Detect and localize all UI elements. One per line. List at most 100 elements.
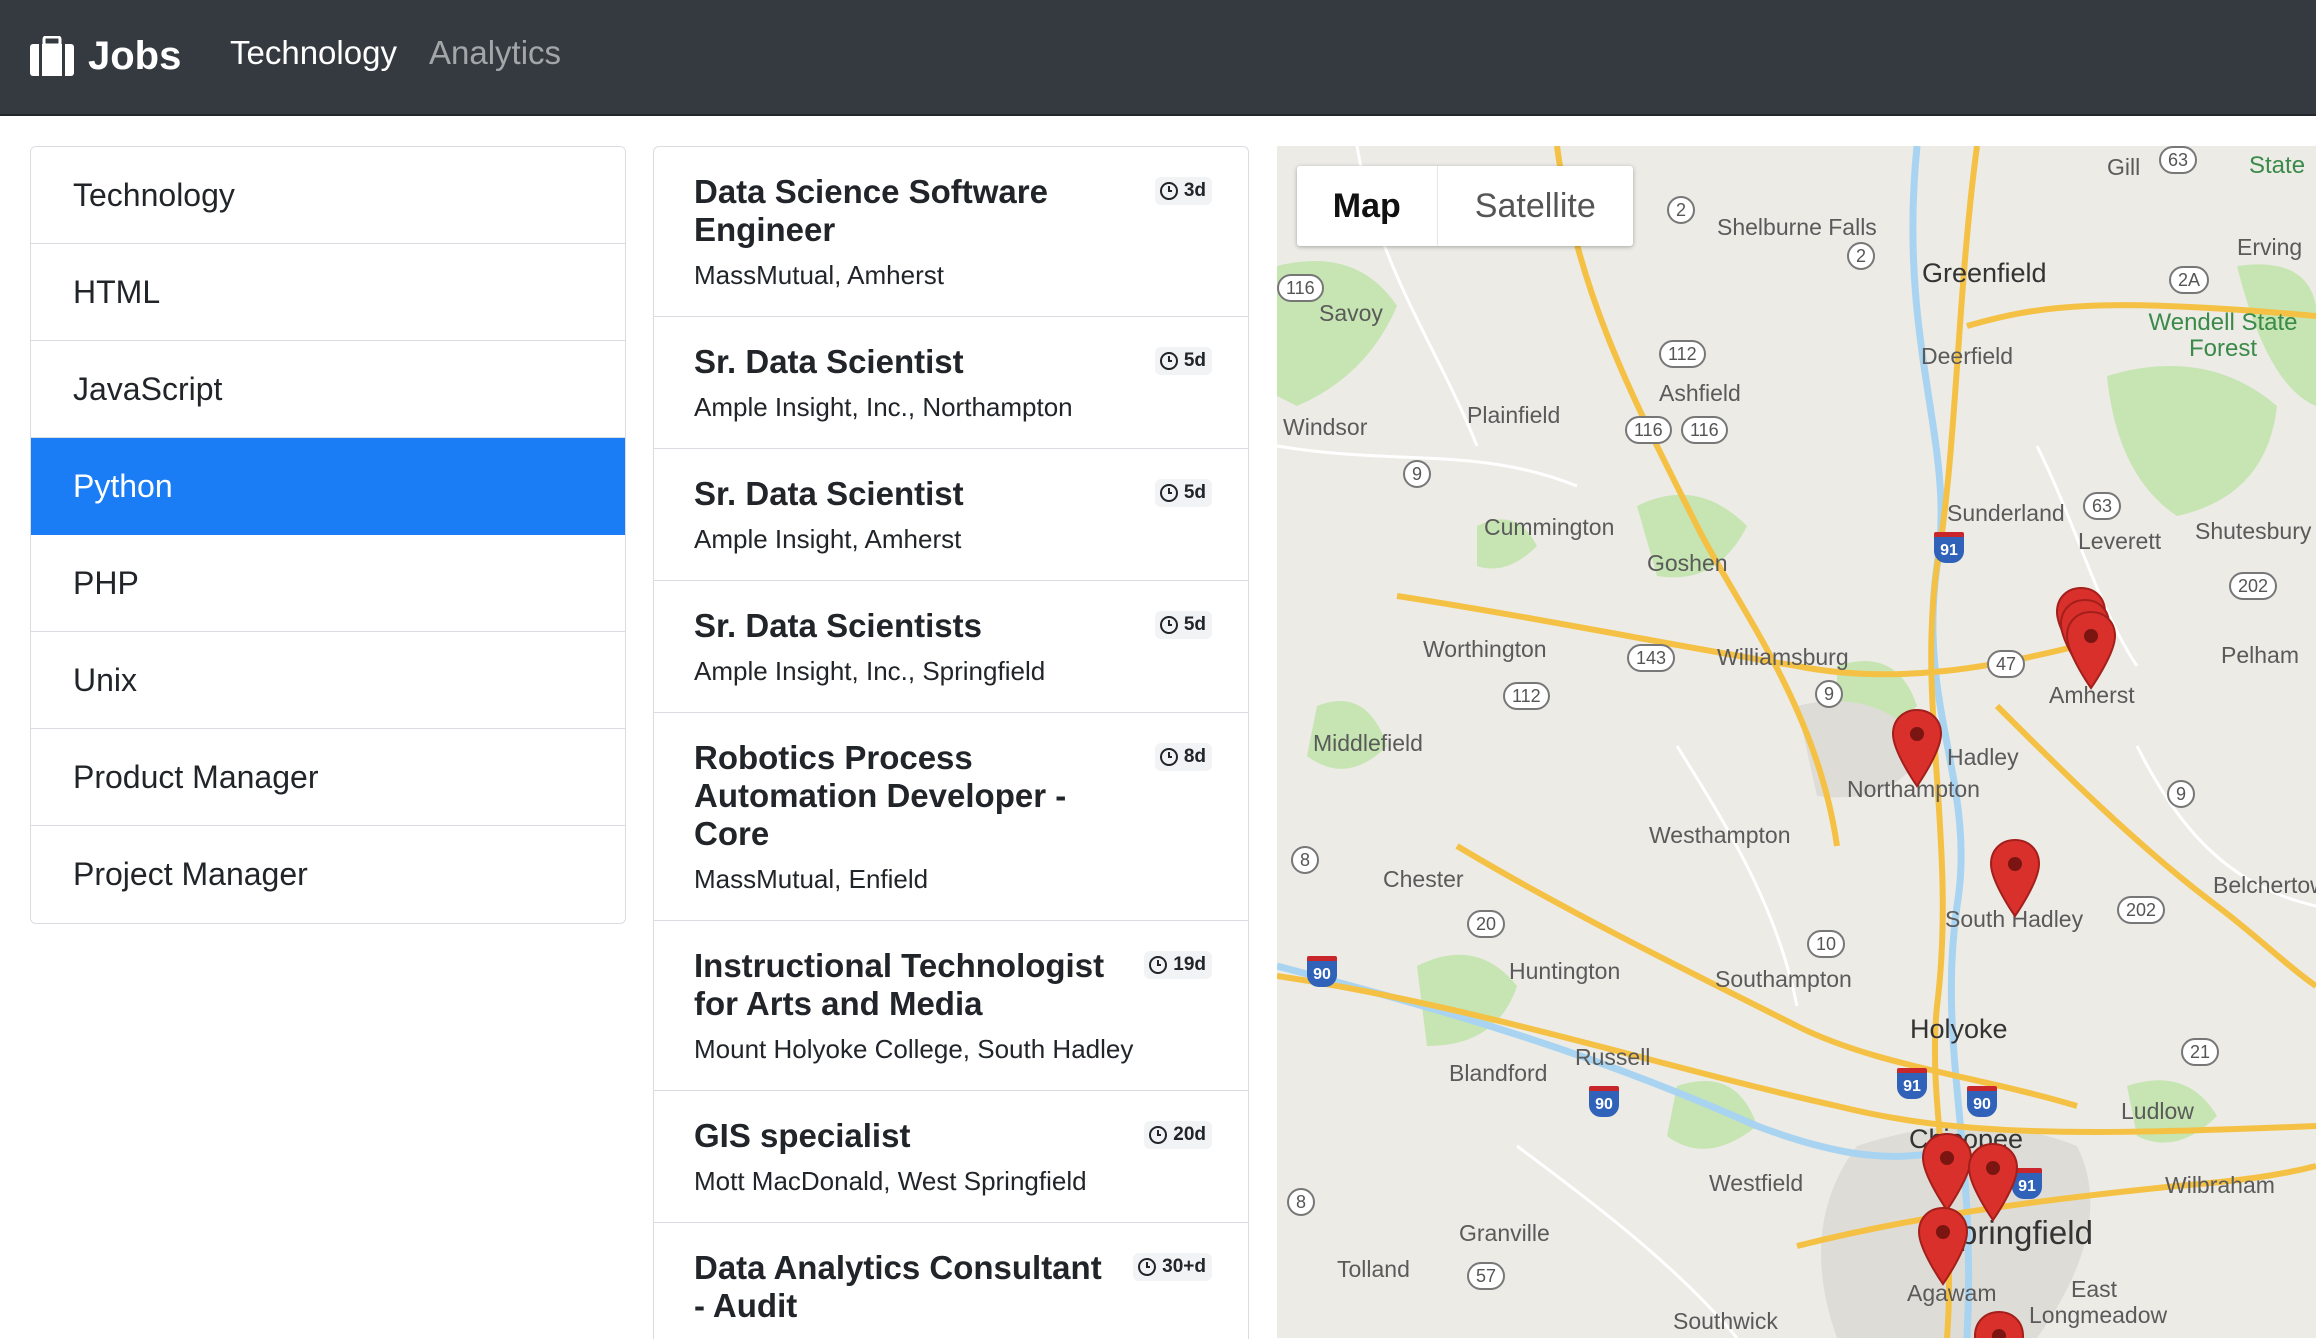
map-marker-icon[interactable] — [1967, 1142, 2019, 1222]
map-label-pelham: Pelham — [2221, 642, 2299, 668]
clock-icon — [1149, 1126, 1168, 1144]
job-age: 5d — [1183, 482, 1206, 503]
clock-icon — [1159, 616, 1178, 634]
map-label-worthington: Worthington — [1423, 636, 1547, 662]
job-company: MassMutual, Enfield — [694, 864, 929, 894]
map-label-westhampton: Westhampton — [1649, 822, 1791, 848]
map-label-east-longmeadow: East Longmeadow — [2029, 1276, 2168, 1328]
job-title[interactable]: GIS specialist — [694, 1117, 1114, 1155]
job-item[interactable]: Data Science Software Engineer MassMutua… — [654, 147, 1248, 317]
job-company: Ample Insight, Inc., Springfield — [694, 656, 1046, 686]
map-label-savoy: Savoy — [1319, 300, 1383, 326]
job-title[interactable]: Sr. Data Scientist — [694, 475, 1114, 513]
job-age: 30+d — [1162, 1256, 1206, 1277]
map-label-holyoke: Holyoke — [1910, 1014, 2008, 1044]
job-item[interactable]: Data Analytics Consultant - Audit 30+d — [654, 1223, 1248, 1339]
map-label-hadley: Hadley — [1947, 744, 2019, 770]
interstate-shield-icon: 90 — [1967, 1086, 1997, 1117]
job-title[interactable]: Robotics Process Automation Developer - … — [694, 739, 1114, 853]
map-label-shelburne-falls: Shelburne Falls — [1717, 214, 1877, 240]
map-label-wendell-state-forest: Wendell State Forest — [2148, 309, 2298, 362]
job-age-badge: 5d — [1154, 347, 1212, 375]
map-label-blandford: Blandford — [1449, 1060, 1548, 1086]
job-map[interactable]: Map Satellite Shelburne Falls Greenfield… — [1277, 146, 2316, 1338]
clock-icon — [1149, 956, 1168, 974]
satellite-view-button[interactable]: Satellite — [1438, 166, 1633, 246]
map-label-ashfield: Ashfield — [1659, 380, 1741, 406]
map-marker-icon[interactable] — [1921, 1132, 1973, 1212]
route-shield-icon: 202 — [2117, 896, 2166, 924]
route-shield-icon: 47 — [1987, 650, 2026, 678]
map-label-chester: Chester — [1383, 866, 1464, 892]
route-shield-icon: 2 — [1667, 196, 1696, 224]
job-item[interactable]: Sr. Data Scientist Ample Insight, Inc., … — [654, 317, 1248, 449]
job-item[interactable]: Robotics Process Automation Developer - … — [654, 713, 1248, 921]
map-label-westfield: Westfield — [1709, 1170, 1804, 1196]
map-label-erving: Erving — [2237, 234, 2303, 260]
route-shield-icon: 9 — [1815, 680, 1844, 708]
map-marker-icon[interactable] — [1891, 708, 1943, 788]
sidebar-item-javascript[interactable]: JavaScript — [31, 341, 625, 438]
interstate-shield-icon: 90 — [1589, 1086, 1619, 1117]
sidebar-item-project-manager[interactable]: Project Manager — [31, 826, 625, 923]
sidebar-item-php[interactable]: PHP — [31, 535, 625, 632]
briefcase-icon — [30, 36, 74, 76]
job-title[interactable]: Data Science Software Engineer — [694, 173, 1114, 249]
map-label-cummington: Cummington — [1484, 514, 1615, 540]
map-label-plainfield: Plainfield — [1467, 402, 1561, 428]
interstate-shield-icon: 90 — [1307, 956, 1337, 987]
map-label-shutesbury: Shutesbury — [2195, 518, 2312, 544]
job-company: Ample Insight, Amherst — [694, 524, 962, 554]
job-age-badge: 3d — [1154, 177, 1212, 205]
route-shield-icon: 143 — [1627, 644, 1676, 672]
map-label-tolland: Tolland — [1337, 1256, 1410, 1282]
map-label-sunderland: Sunderland — [1947, 500, 2065, 526]
job-title[interactable]: Sr. Data Scientists — [694, 607, 1114, 645]
job-title[interactable]: Data Analytics Consultant - Audit — [694, 1249, 1114, 1325]
job-age: 5d — [1183, 350, 1206, 371]
route-shield-icon: 2A — [2169, 266, 2210, 294]
route-shield-icon: 116 — [1681, 416, 1728, 444]
job-age-badge: 5d — [1154, 479, 1212, 507]
route-shield-icon: 9 — [2167, 780, 2196, 808]
route-shield-icon: 21 — [2181, 1038, 2220, 1066]
route-shield-icon: 8 — [1287, 1188, 1316, 1216]
map-label-russell: Russell — [1575, 1044, 1651, 1070]
map-marker-icon[interactable] — [1917, 1206, 1969, 1286]
job-age-badge: 19d — [1144, 951, 1212, 979]
job-age: 5d — [1183, 614, 1206, 635]
sidebar-item-unix[interactable]: Unix — [31, 632, 625, 729]
job-item[interactable]: Instructional Technologist for Arts and … — [654, 921, 1248, 1091]
job-title[interactable]: Sr. Data Scientist — [694, 343, 1114, 381]
job-item[interactable]: Sr. Data Scientist Ample Insight, Amhers… — [654, 449, 1248, 581]
route-shield-icon: 9 — [1403, 460, 1432, 488]
interstate-shield-icon: 91 — [1934, 532, 1964, 563]
job-age: 20d — [1173, 1124, 1206, 1145]
route-shield-icon: 63 — [2083, 492, 2122, 520]
job-item[interactable]: GIS specialist Mott MacDonald, West Spri… — [654, 1091, 1248, 1223]
clock-icon — [1138, 1258, 1157, 1276]
nav-link-technology[interactable]: Technology — [230, 34, 397, 72]
nav-link-analytics[interactable]: Analytics — [429, 34, 561, 72]
map-label-granville: Granville — [1459, 1220, 1550, 1246]
map-label-belchertown: Belchertown — [2213, 872, 2316, 898]
job-age: 3d — [1183, 180, 1206, 201]
sidebar-item-product-manager[interactable]: Product Manager — [31, 729, 625, 826]
map-view-button[interactable]: Map — [1297, 166, 1438, 246]
job-item[interactable]: Sr. Data Scientists Ample Insight, Inc.,… — [654, 581, 1248, 713]
map-label-williamsburg: Williamsburg — [1717, 644, 1849, 670]
sidebar-item-python[interactable]: Python — [31, 438, 625, 535]
brand[interactable]: Jobs — [30, 24, 181, 88]
job-company: MassMutual, Amherst — [694, 260, 944, 290]
map-label-middlefield: Middlefield — [1313, 730, 1423, 756]
sidebar-item-html[interactable]: HTML — [31, 244, 625, 341]
job-title[interactable]: Instructional Technologist for Arts and … — [694, 947, 1114, 1023]
job-company: Mount Holyoke College, South Hadley — [694, 1034, 1134, 1064]
map-type-toggle: Map Satellite — [1297, 166, 1633, 246]
sidebar-item-technology[interactable]: Technology — [31, 147, 625, 244]
map-marker-icon[interactable] — [1989, 838, 2041, 918]
route-shield-icon: 112 — [1503, 682, 1550, 710]
map-marker-icon[interactable] — [1973, 1310, 2025, 1338]
map-marker-icon[interactable] — [2065, 610, 2117, 690]
map-label-gill: Gill — [2107, 154, 2141, 180]
